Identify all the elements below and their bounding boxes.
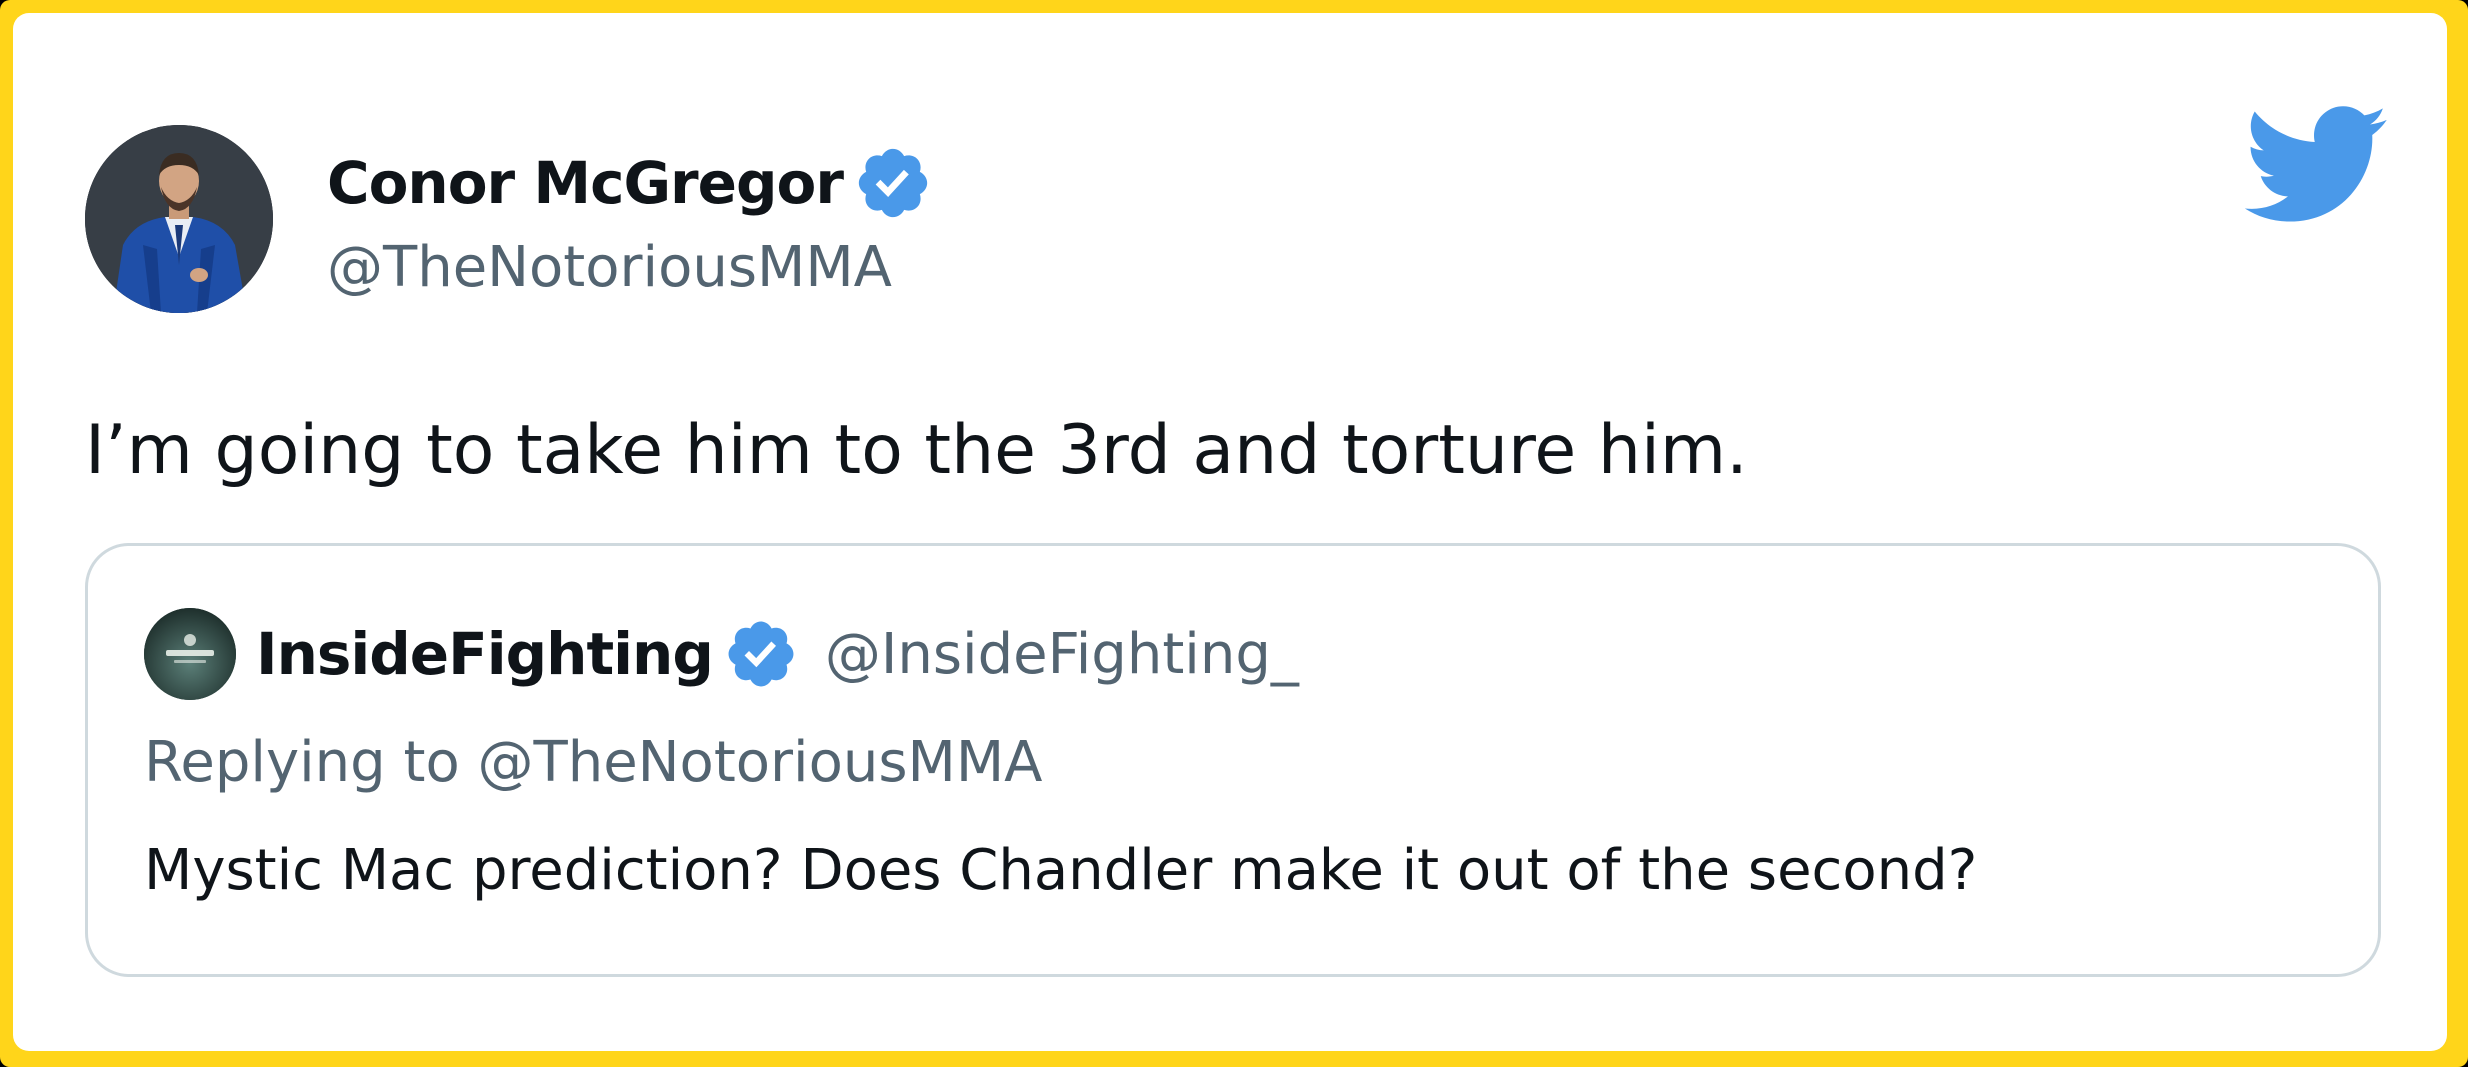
tweet-card: Conor McGregor @TheNotoriousMMA I’m goin… [13, 13, 2447, 1051]
quoted-tweet[interactable]: InsideFighting @InsideFighting_ Replying… [85, 543, 2381, 977]
screenshot-frame: Conor McGregor @TheNotoriousMMA I’m goin… [0, 0, 2468, 1067]
author-handle[interactable]: @TheNotoriousMMA [327, 235, 892, 300]
twitter-bird-icon [2244, 106, 2387, 222]
reply-context: Replying to @TheNotoriousMMA [144, 730, 1043, 795]
author-name-row: Conor McGregor [327, 135, 933, 231]
tweet-text: I’m going to take him to the 3rd and tor… [85, 411, 1748, 490]
quoted-author-avatar[interactable] [144, 608, 236, 700]
avatar-logo-icon [144, 608, 236, 700]
quoted-tweet-header: InsideFighting @InsideFighting_ [144, 606, 1299, 702]
author-name[interactable]: Conor McGregor [327, 149, 844, 217]
quoted-tweet-text: Mystic Mac prediction? Does Chandler mak… [144, 838, 1978, 903]
verified-badge-icon [858, 148, 928, 218]
quoted-author-handle[interactable]: @InsideFighting_ [825, 622, 1299, 687]
avatar-photo-icon [85, 125, 273, 313]
verified-badge-icon [728, 621, 794, 687]
author-avatar[interactable] [85, 125, 273, 313]
quoted-author-name[interactable]: InsideFighting [256, 620, 714, 688]
